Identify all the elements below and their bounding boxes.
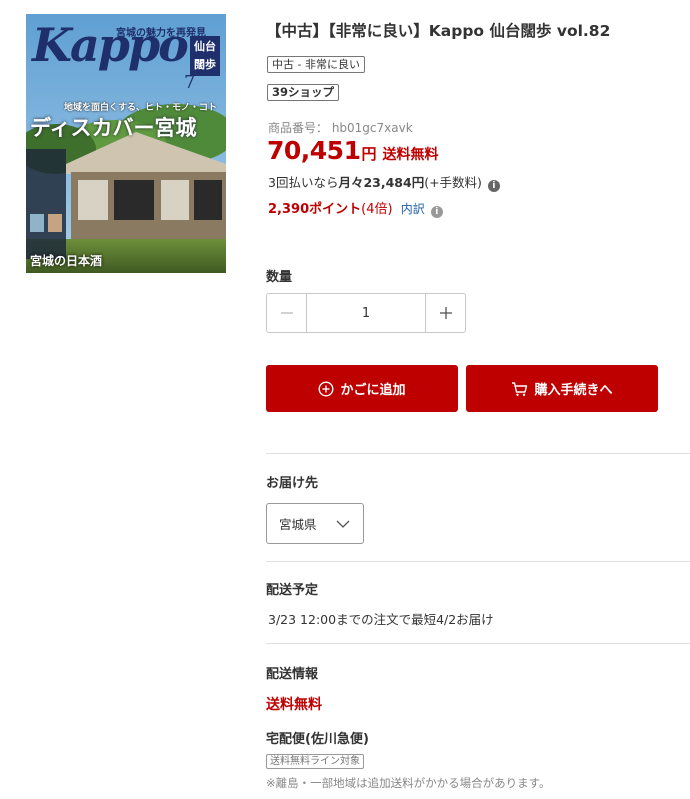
schedule-label: 配送予定 [266, 583, 319, 598]
divider [266, 643, 690, 644]
cart-icon [512, 381, 528, 396]
shop-tag[interactable]: 39ショップ [267, 84, 340, 101]
info-icon[interactable]: i [487, 180, 500, 192]
cover-badge: 仙台 闊歩 [190, 36, 220, 76]
points-breakdown-link[interactable]: 内訳 [401, 202, 425, 216]
price-value: 70,451 [267, 136, 361, 165]
price-unit: 円 [361, 145, 377, 163]
product-image[interactable]: Kappo 仙台 闊歩 7 宮城の魅力を再発見 地域を面白くする、ヒト・モノ・コ… [26, 14, 226, 273]
cover-bottom-text: 宮城の日本酒 [30, 254, 103, 268]
cover-tagline: 宮城の魅力を再発見 [116, 28, 206, 39]
quantity-label: 数量 [266, 270, 293, 285]
minus-icon [280, 312, 293, 314]
points-info: 2,390ポイント(4倍) 内訳 i [268, 198, 443, 218]
installment-info: 3回払いなら月々23,484円(+手数料) i [268, 172, 500, 192]
condition-tag: 中古 - 非常に良い [267, 56, 365, 73]
schedule-text: 3/23 12:00までの注文で最短4/2お届け [268, 612, 494, 627]
shipping-free-label: 送料無料 [382, 147, 439, 163]
chevron-down-icon [336, 520, 350, 528]
cover-badge-line1: 仙台 [194, 40, 216, 53]
divider [266, 453, 690, 454]
price-row: 70,451円 送料無料 [267, 136, 439, 165]
points-amount: 2,390ポイント [268, 202, 362, 217]
product-title: 【中古】【非常に良い】Kappo 仙台闊歩 vol.82 [266, 22, 611, 40]
prefecture-select[interactable]: 宮城県 [266, 503, 364, 544]
cover-headline-big: ディスカバー宮城 [30, 116, 197, 140]
shipping-free-badge: 送料無料 [266, 697, 322, 713]
checkout-button[interactable]: 購入手続きへ [466, 365, 658, 412]
info-icon[interactable]: i [430, 206, 443, 218]
product-sku: 商品番号： hb01gc7xavk [268, 121, 413, 135]
points-multiplier: (4倍) [361, 202, 393, 217]
add-to-cart-label: かごに追加 [340, 383, 406, 398]
prefecture-value: 宮城県 [279, 517, 317, 532]
installment-amount: 月々23,484円 [338, 175, 425, 190]
cover-issue: 7 [184, 72, 196, 93]
installment-prefix: 3回払いなら [268, 175, 339, 190]
quantity-stepper: 1 [266, 293, 466, 333]
shipping-info-label: 配送情報 [266, 667, 319, 682]
quantity-decrement-button[interactable] [267, 294, 307, 332]
add-to-cart-button[interactable]: かごに追加 [266, 365, 458, 412]
plus-circle-icon [318, 380, 334, 397]
quantity-input[interactable]: 1 [307, 294, 425, 332]
divider [266, 561, 690, 562]
destination-label: お届け先 [266, 476, 319, 491]
checkout-label: 購入手続きへ [534, 383, 613, 398]
shipping-note: ※離島・一部地域は追加送料がかかる場合があります。 [266, 776, 551, 790]
plus-icon [439, 307, 452, 319]
carrier-name: 宅配便(佐川急便) [266, 732, 369, 747]
quantity-increment-button[interactable] [425, 294, 465, 332]
free-shipping-line-tag: 送料無料ライン対象 [266, 754, 364, 769]
installment-suffix: (+手数料) [424, 175, 482, 190]
